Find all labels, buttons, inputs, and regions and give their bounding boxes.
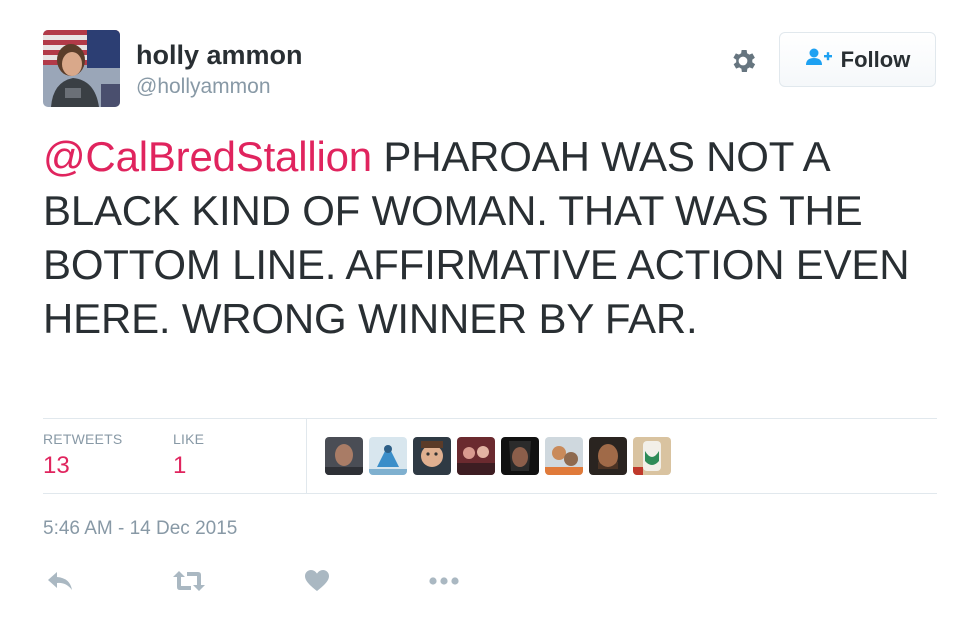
engager-avatar[interactable] [633, 437, 671, 475]
engager-avatar[interactable] [457, 437, 495, 475]
likes-label: LIKE [173, 431, 205, 447]
retweets-label: RETWEETS [43, 431, 123, 447]
engager-avatar[interactable] [501, 437, 539, 475]
stats-divider-top [43, 418, 937, 419]
retweets-count: 13 [43, 452, 70, 479]
more-icon[interactable] [427, 566, 461, 596]
tweet-card: holly ammon @hollyammon Follow @CalBredS… [0, 0, 980, 627]
reply-icon[interactable] [43, 566, 77, 596]
user-handle[interactable]: @hollyammon [136, 73, 303, 101]
gear-icon[interactable] [726, 44, 760, 78]
follow-user-icon [805, 47, 833, 73]
likes-count: 1 [173, 452, 187, 479]
engager-avatar[interactable] [369, 437, 407, 475]
tweet-timestamp[interactable]: 5:46 AM - 14 Dec 2015 [43, 516, 237, 542]
stats-divider-bottom [43, 493, 937, 494]
mention-link[interactable]: @CalBredStallion [43, 133, 372, 180]
user-names: holly ammon @hollyammon [136, 38, 303, 101]
stats-divider-vertical [306, 419, 307, 493]
engager-avatar[interactable] [325, 437, 363, 475]
likes-stat[interactable]: LIKE 1 [173, 430, 204, 482]
engager-avatar[interactable] [413, 437, 451, 475]
follow-button[interactable]: Follow [779, 32, 936, 87]
engager-avatars [325, 437, 671, 475]
retweet-icon[interactable] [172, 566, 206, 596]
engager-avatar[interactable] [589, 437, 627, 475]
follow-button-label: Follow [840, 46, 911, 72]
user-avatar[interactable] [43, 30, 120, 107]
engager-avatar[interactable] [545, 437, 583, 475]
like-heart-icon[interactable] [300, 566, 334, 596]
user-full-name[interactable]: holly ammon [136, 38, 303, 72]
retweets-stat[interactable]: RETWEETS 13 [43, 430, 122, 482]
tweet-text: @CalBredStallion PHAROAH WAS NOT A BLACK… [43, 130, 943, 346]
